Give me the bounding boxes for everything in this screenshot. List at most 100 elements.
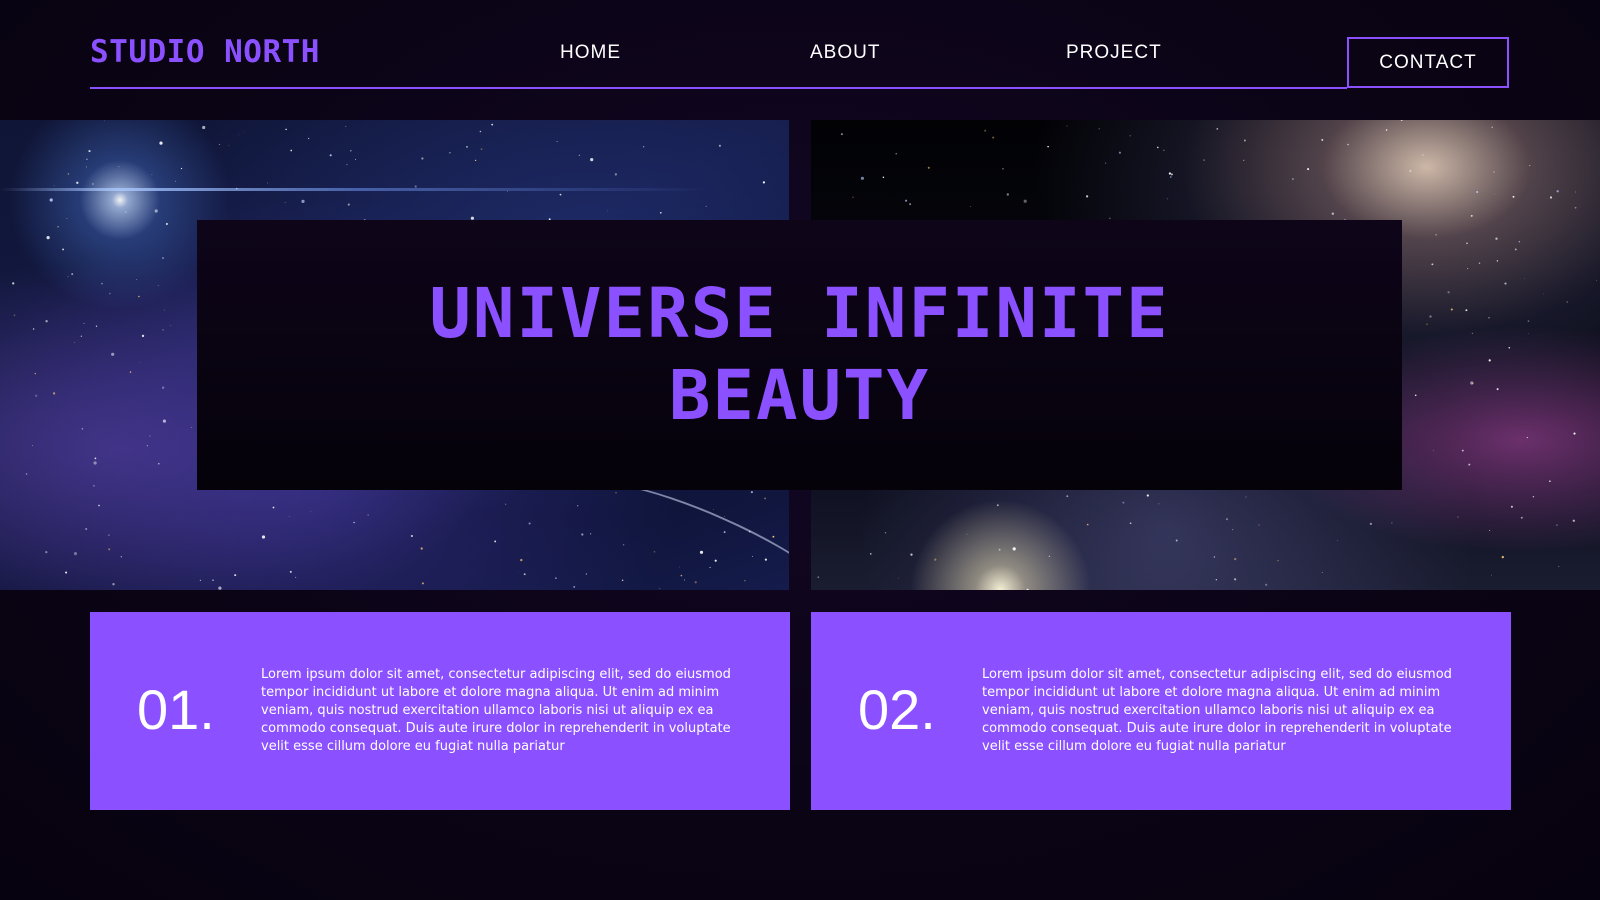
star bbox=[346, 164, 348, 166]
star bbox=[1166, 198, 1169, 200]
star bbox=[1203, 159, 1205, 161]
star bbox=[228, 145, 230, 147]
star bbox=[98, 504, 100, 507]
star bbox=[1457, 516, 1459, 518]
star bbox=[1157, 146, 1159, 149]
star bbox=[1488, 317, 1490, 319]
star bbox=[1385, 129, 1388, 131]
star bbox=[141, 334, 145, 338]
star bbox=[1232, 529, 1234, 531]
star bbox=[57, 225, 59, 228]
star bbox=[1129, 522, 1132, 525]
star bbox=[83, 322, 85, 324]
star bbox=[1556, 524, 1558, 526]
star bbox=[290, 149, 293, 152]
star bbox=[1006, 193, 1009, 196]
star bbox=[157, 462, 160, 465]
star bbox=[350, 150, 352, 152]
nav-home-link[interactable]: HOME bbox=[560, 42, 621, 64]
star bbox=[421, 582, 424, 585]
star bbox=[992, 136, 995, 139]
star bbox=[607, 210, 608, 212]
star bbox=[67, 276, 69, 278]
star bbox=[234, 574, 237, 577]
star bbox=[1549, 196, 1553, 199]
star bbox=[1047, 145, 1049, 148]
star bbox=[585, 573, 588, 575]
star bbox=[73, 552, 78, 556]
star bbox=[578, 154, 581, 157]
star bbox=[49, 198, 53, 202]
star bbox=[1291, 178, 1294, 180]
star bbox=[970, 205, 972, 207]
star bbox=[1168, 172, 1172, 175]
star bbox=[614, 173, 618, 176]
star bbox=[494, 540, 497, 543]
card-description: Lorem ipsum dolor sit amet, consectetur … bbox=[261, 667, 731, 754]
nav-project-link[interactable]: PROJECT bbox=[1066, 42, 1162, 64]
contact-button[interactable]: CONTACT bbox=[1347, 37, 1509, 88]
star bbox=[1026, 588, 1029, 590]
star bbox=[112, 583, 115, 586]
star bbox=[1549, 480, 1551, 483]
star bbox=[905, 199, 908, 202]
star bbox=[1086, 523, 1089, 526]
star bbox=[307, 137, 310, 140]
star bbox=[1512, 195, 1515, 198]
star bbox=[996, 504, 999, 507]
star bbox=[151, 174, 153, 176]
star bbox=[1066, 125, 1068, 127]
star bbox=[659, 211, 662, 214]
star bbox=[723, 515, 725, 517]
star bbox=[1277, 560, 1279, 562]
star bbox=[581, 533, 584, 536]
star bbox=[1066, 495, 1069, 498]
star bbox=[750, 491, 753, 494]
hero-title-line2: BEAUTY bbox=[668, 356, 931, 436]
star bbox=[1002, 167, 1004, 170]
star bbox=[1514, 248, 1517, 251]
star bbox=[138, 295, 140, 298]
star bbox=[1504, 282, 1507, 285]
star bbox=[13, 314, 16, 317]
star bbox=[518, 572, 519, 574]
star bbox=[139, 361, 140, 363]
star bbox=[491, 123, 494, 126]
star bbox=[573, 585, 576, 588]
star bbox=[165, 222, 168, 226]
star bbox=[94, 457, 97, 460]
star bbox=[65, 571, 68, 574]
light-flare bbox=[0, 188, 789, 191]
star bbox=[190, 427, 192, 428]
star bbox=[53, 392, 56, 395]
star bbox=[420, 547, 423, 550]
star bbox=[840, 133, 843, 136]
star bbox=[1467, 268, 1469, 270]
star bbox=[1433, 450, 1434, 452]
star bbox=[310, 510, 312, 512]
star bbox=[1518, 241, 1520, 243]
brand-logo[interactable]: STUDIO NORTH bbox=[90, 34, 320, 70]
star bbox=[149, 435, 151, 437]
star bbox=[202, 125, 206, 130]
star bbox=[1529, 165, 1531, 167]
star bbox=[927, 166, 930, 169]
star bbox=[238, 134, 240, 136]
star bbox=[966, 533, 968, 535]
star bbox=[163, 309, 165, 311]
star bbox=[1426, 323, 1428, 325]
star bbox=[1023, 199, 1027, 203]
star bbox=[25, 473, 28, 475]
star bbox=[1409, 169, 1412, 173]
nav-about-link[interactable]: ABOUT bbox=[810, 42, 880, 64]
star bbox=[1215, 579, 1217, 581]
star bbox=[1431, 263, 1434, 266]
star bbox=[1012, 547, 1016, 551]
star bbox=[180, 167, 183, 170]
star bbox=[480, 148, 483, 151]
star bbox=[1245, 496, 1247, 498]
star bbox=[162, 419, 166, 423]
star bbox=[1225, 518, 1229, 521]
star bbox=[1369, 522, 1373, 526]
star bbox=[1596, 279, 1597, 281]
